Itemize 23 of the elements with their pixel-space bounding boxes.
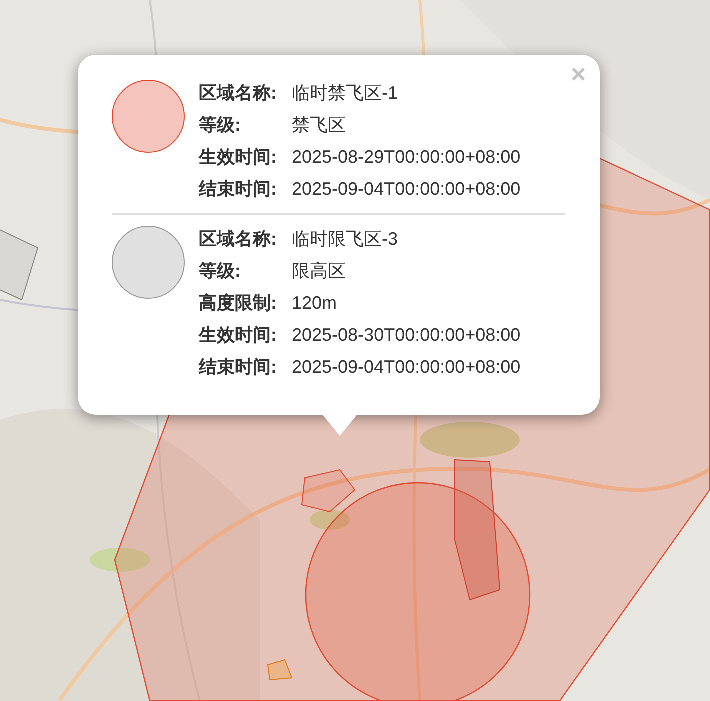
field-value: 禁飞区 xyxy=(292,114,347,137)
field-label: 结束时间: xyxy=(199,356,278,379)
field-label: 结束时间: xyxy=(199,178,278,201)
field-label: 高度限制: xyxy=(199,292,278,315)
field-label: 区域名称: xyxy=(199,228,278,251)
zone-polygon xyxy=(301,469,356,513)
field-value: 2025-08-29T00:00:00+08:00 xyxy=(292,146,521,169)
zone-polygon xyxy=(267,659,293,681)
field-value: 限高区 xyxy=(292,260,347,283)
zone-polygon xyxy=(0,229,39,301)
field-value: 临时禁飞区-1 xyxy=(292,82,400,105)
field-label: 等级: xyxy=(199,260,242,283)
field-label: 生效时间: xyxy=(199,324,278,347)
field-value: 120m xyxy=(292,292,338,315)
popup-tip-icon xyxy=(322,414,358,436)
field-value: 临时限飞区-3 xyxy=(292,228,400,251)
field-value: 2025-09-04T00:00:00+08:00 xyxy=(292,178,521,201)
close-button[interactable]: × xyxy=(570,61,586,87)
field-value: 2025-09-04T00:00:00+08:00 xyxy=(292,356,521,379)
field-label: 区域名称: xyxy=(199,82,278,105)
field-label: 等级: xyxy=(199,114,242,137)
field-value: 2025-08-30T00:00:00+08:00 xyxy=(292,324,521,347)
field-label: 生效时间: xyxy=(199,146,278,169)
